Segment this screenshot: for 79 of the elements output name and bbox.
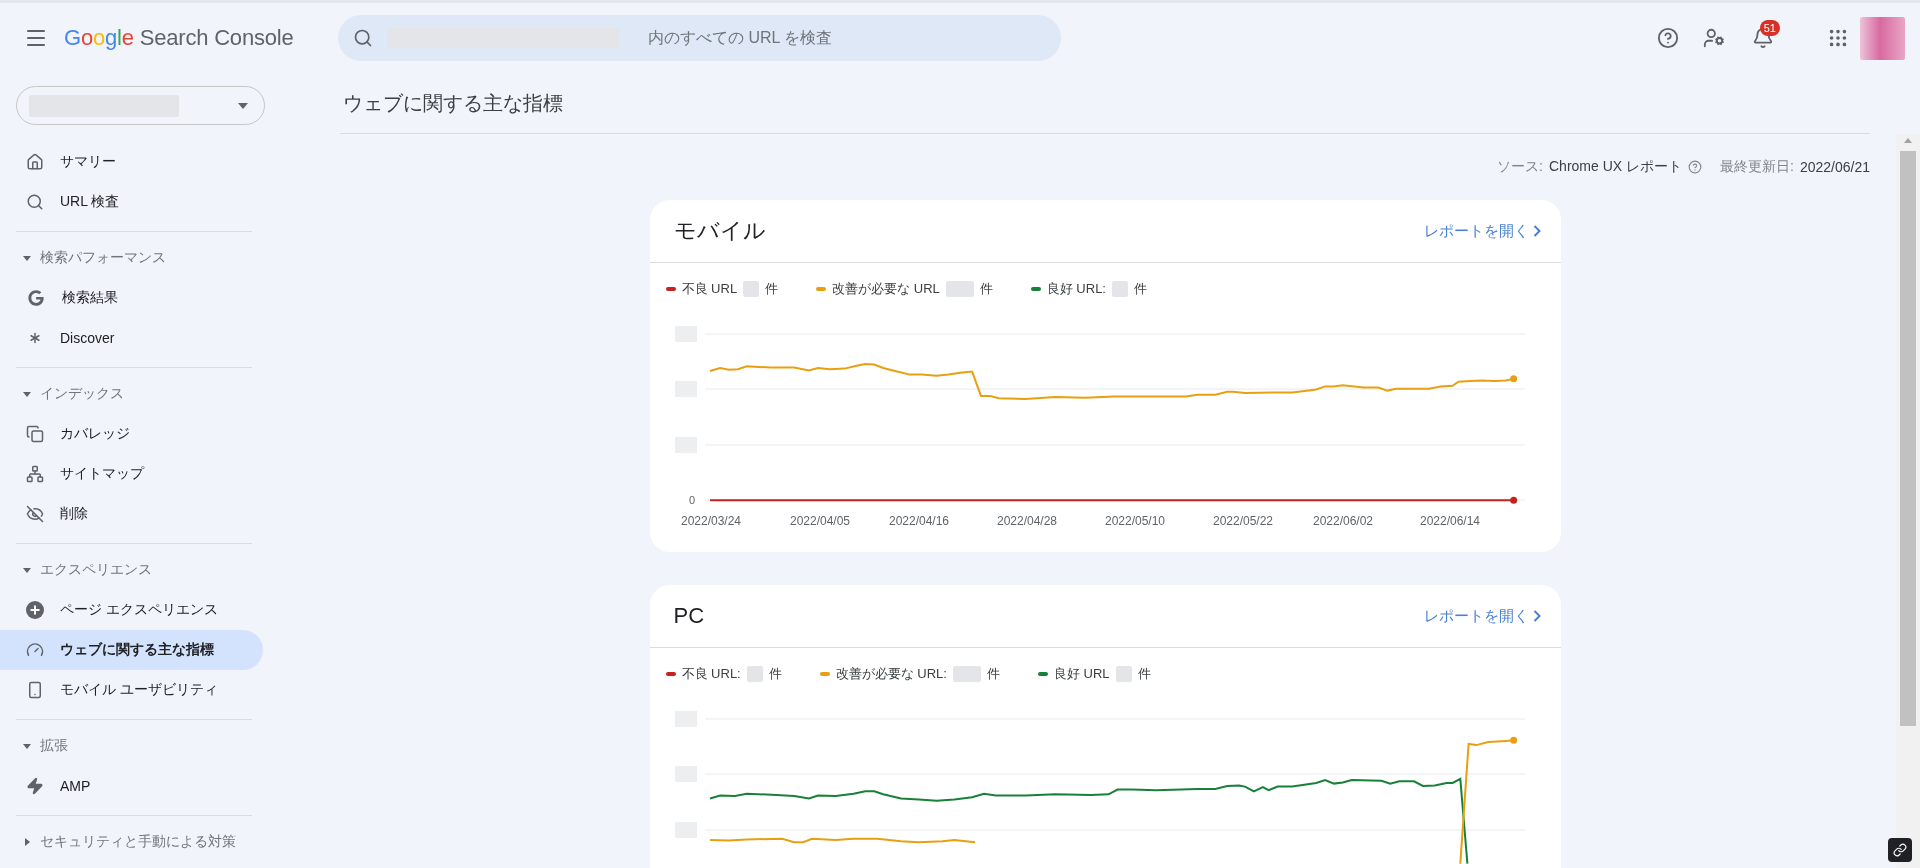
phone-icon: [26, 681, 44, 699]
search-icon: [26, 193, 44, 211]
legend-unit: 件: [1137, 664, 1151, 683]
date-label: 2022/04/28: [996, 514, 1057, 528]
date-label: 2022/03/24: [680, 514, 741, 528]
plus-circle-icon: [26, 601, 44, 619]
legend-unit: 件: [765, 279, 779, 298]
section-header[interactable]: セキュリティと手動による対策: [0, 822, 263, 862]
nav-item[interactable]: 削除: [0, 494, 263, 534]
nav-item[interactable]: AMP: [0, 766, 263, 806]
axis-label: 0: [688, 494, 695, 506]
dropdown-caret-icon: [238, 102, 248, 109]
legend-unit: 件: [768, 664, 782, 683]
link-icon: [1893, 843, 1907, 857]
lightning-icon: [26, 777, 44, 795]
tree-icon: [26, 465, 44, 483]
legend-unit: 件: [1134, 279, 1147, 298]
date-label: 2022/05/10: [1104, 514, 1165, 528]
chevron-right-icon: [1532, 610, 1541, 622]
updated-label: 最終更新日:: [1720, 158, 1794, 176]
redacted-count: [952, 665, 981, 682]
open-report-link[interactable]: レポートを開く: [1423, 606, 1541, 626]
redacted-count: [746, 665, 763, 682]
redacted-count: [1112, 280, 1128, 297]
nav-item[interactable]: ページ エクスペリエンス: [0, 590, 263, 630]
date-label: 2022/06/14: [1419, 514, 1480, 528]
section-header[interactable]: 拡張: [0, 726, 263, 766]
apps-grid-icon: [1827, 27, 1849, 49]
date-label: 2022/06/02: [1312, 514, 1373, 528]
redacted-count: [1115, 665, 1132, 682]
help-icon: [1657, 27, 1679, 49]
legend-label: 不良 URL:: [681, 664, 741, 683]
card-title: PC: [673, 603, 705, 629]
section-header[interactable]: 検索パフォーマンス: [0, 238, 263, 278]
notifications-button[interactable]: 51: [1743, 18, 1783, 58]
link-button[interactable]: [1888, 838, 1912, 862]
copy-icon: [26, 425, 44, 443]
nav-item[interactable]: URL 検査: [0, 182, 263, 222]
card-title: モバイル: [673, 217, 766, 245]
avatar-placeholder[interactable]: [1860, 16, 1905, 60]
legend-label: 改善が必要な URL:: [835, 664, 947, 683]
legend-label: 不良 URL: [681, 279, 738, 298]
source-value: Chrome UX レポート: [1549, 158, 1683, 176]
notification-count: 51: [1759, 20, 1780, 36]
nav-item[interactable]: サイトマップ: [0, 454, 263, 494]
nav-item[interactable]: モバイル ユーザビリティ: [0, 670, 263, 710]
scroll-up-icon: [1904, 138, 1912, 143]
nav-item[interactable]: 検索結果: [0, 278, 263, 318]
legend-unit: 件: [986, 664, 1000, 683]
source-label: ソース:: [1497, 158, 1543, 176]
scrollbar[interactable]: [1896, 134, 1920, 868]
date-label: 2022/05/22: [1212, 514, 1273, 528]
nav-item[interactable]: カバレッジ: [0, 414, 263, 454]
date-label: 2022/04/16: [888, 514, 949, 528]
section-header[interactable]: インデックス: [0, 374, 263, 414]
section-header[interactable]: エクスペリエンス: [0, 550, 263, 590]
chevron-right-icon: [1532, 225, 1541, 237]
scrollbar-thumb[interactable]: [1900, 151, 1916, 726]
app-logo[interactable]: Google Search Console: [64, 25, 294, 51]
nav-item[interactable]: サマリー: [0, 142, 263, 182]
eye-off-icon: [26, 505, 44, 523]
legend-label: 改善が必要な URL: [832, 279, 940, 298]
updated-date: 2022/06/21: [1799, 159, 1870, 175]
search-icon: [353, 28, 373, 48]
google-g-icon: [26, 288, 46, 308]
legend-label: 良好 URL:: [1046, 279, 1106, 298]
gauge-icon: [26, 641, 44, 659]
redacted-count: [945, 280, 974, 297]
nav-item[interactable]: ウェブに関する主な指標: [0, 630, 263, 670]
redacted-count: [743, 280, 760, 297]
open-report-link[interactable]: レポートを開く: [1423, 221, 1541, 241]
legend-label: 良好 URL: [1053, 664, 1110, 683]
home-icon: [26, 153, 44, 171]
legend-unit: 件: [979, 279, 993, 298]
date-label: 2022/04/05: [789, 514, 850, 528]
help-icon[interactable]: [1688, 160, 1703, 174]
page-title: ウェブに関する主な指標: [343, 90, 563, 116]
user-gear-icon: [1703, 27, 1725, 49]
nav-item[interactable]: Discover: [0, 318, 263, 358]
